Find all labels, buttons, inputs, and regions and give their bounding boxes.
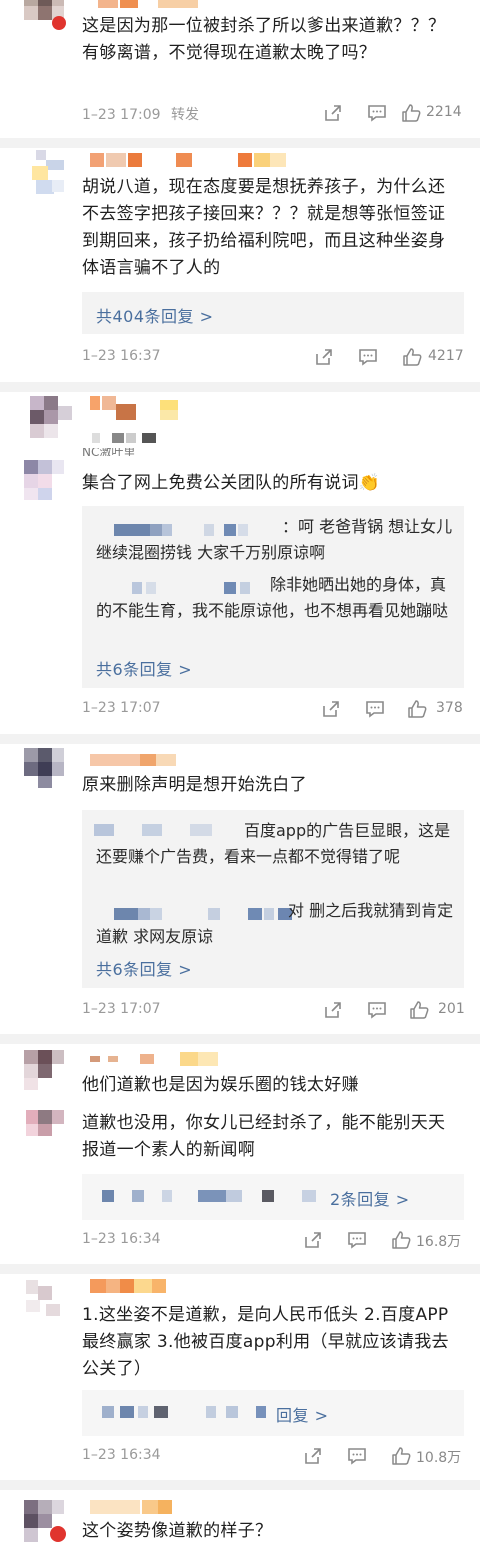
divider — [0, 734, 480, 744]
share-icon[interactable] — [322, 999, 344, 1021]
comment-text: 他们道歉也是因为娱乐圈的钱太好赚 — [82, 1075, 359, 1095]
like-count: 2214 — [426, 104, 462, 120]
comment-time: 1–23 16:34 — [82, 1447, 161, 1463]
divider — [0, 382, 480, 392]
second-comment-text: 道歉也没用，你女儿已经封杀了，能不能别天天报道一个素人的新闻啊 — [82, 1113, 446, 1160]
avatar[interactable] — [22, 150, 66, 194]
like-count: 378 — [436, 700, 463, 716]
comment-text: 这个姿势像道歉的样子？ — [82, 1521, 273, 1541]
divider — [0, 1034, 480, 1044]
forward-link[interactable]: 转发 — [171, 107, 199, 123]
share-icon[interactable] — [320, 698, 342, 720]
comment-time: 1–23 17:07 — [82, 700, 161, 716]
view-replies-link[interactable]: 回复 > — [276, 1402, 329, 1426]
avatar[interactable] — [22, 0, 66, 36]
badge-blur — [92, 433, 272, 443]
comment-time: 1–23 16:37 — [82, 348, 161, 364]
share-icon[interactable] — [322, 102, 344, 124]
share-icon[interactable] — [313, 346, 335, 368]
reply-box[interactable]: 回复 > — [82, 1390, 464, 1436]
like-icon[interactable] — [400, 102, 422, 124]
comment-time: 1–23 17:09 转发 — [82, 104, 199, 124]
comment-icon[interactable] — [364, 698, 386, 720]
share-icon[interactable] — [302, 1445, 324, 1467]
nickname-blur — [90, 1279, 170, 1293]
comment-text: 集合了网上免费公关团队的所有说词👏 — [82, 473, 381, 493]
avatar[interactable] — [22, 1500, 66, 1544]
comment-icon[interactable] — [346, 1229, 368, 1251]
share-icon[interactable] — [302, 1229, 324, 1251]
like-count: 10.8万 — [416, 1450, 462, 1466]
divider — [0, 1264, 480, 1274]
like-icon[interactable] — [408, 999, 430, 1021]
reply-text: 除非她晒出她的身体，真的不能生育，我不能原谅他，也不想再看见她蹦哒 — [96, 575, 449, 620]
comment-text: 这是因为那一位被封杀了所以爹出来道歉？？？有够离谱，不觉得现在道歉太晚了吗？ — [82, 16, 446, 63]
comment-text: 1.这坐姿不是道歉，是向人民币低头 2.百度APP最终赢家 3.他被百度app利… — [82, 1305, 449, 1379]
comment-time: 1–23 16:34 — [82, 1231, 161, 1247]
nickname-blur — [90, 754, 200, 766]
reply-text: 百度app的广告巨显眼，这是还要赚个广告费，看来一点都不觉得错了呢 — [96, 821, 451, 866]
reply-author-blur — [102, 1406, 282, 1418]
like-count: 16.8万 — [416, 1234, 462, 1250]
comment-text: 原来删除声明是想开始洗白了 — [82, 775, 307, 795]
time-text: 1–23 17:09 — [82, 107, 161, 123]
nickname-blur — [90, 396, 190, 424]
like-icon[interactable] — [406, 698, 428, 720]
view-replies-link[interactable]: 共6条回复 > — [96, 656, 192, 680]
reply-box[interactable]: 共404条回复 > — [82, 292, 464, 334]
avatar[interactable] — [22, 748, 66, 792]
like-count: 201 — [438, 1001, 465, 1017]
reply-author-blur — [102, 1190, 322, 1202]
like-count: 4217 — [428, 348, 464, 364]
reply-text: ：呵 老爸背锅 想让女儿继续混圈捞钱 大家千万别原谅啊 — [96, 517, 453, 562]
view-replies-link[interactable]: 共404条回复 > — [96, 303, 214, 327]
comment-icon[interactable] — [366, 102, 388, 124]
nickname-blur — [90, 1052, 220, 1066]
avatar[interactable] — [22, 460, 66, 504]
comment-icon[interactable] — [357, 346, 379, 368]
nickname-blur — [90, 1500, 200, 1514]
avatar[interactable] — [22, 1110, 66, 1140]
divider — [0, 1480, 480, 1490]
view-replies-link[interactable]: 共6条回复 > — [96, 956, 192, 980]
nickname-blur — [98, 0, 218, 8]
reply-text: 对 删之后我就猜到肯定道歉 求网友原谅 — [96, 901, 454, 946]
comment-time: 1–23 17:07 — [82, 1001, 161, 1017]
avatar[interactable] — [22, 1280, 66, 1324]
comment-icon[interactable] — [346, 1445, 368, 1467]
reply-box[interactable]: 2条回复 > — [82, 1174, 464, 1220]
like-icon[interactable] — [401, 346, 423, 368]
comment-text: 胡说八道，现在态度要是想抚养孩子，为什么还不去签字把孩子接回来？？？就是想等张恒… — [82, 177, 446, 278]
comment-icon[interactable] — [366, 999, 388, 1021]
divider — [0, 138, 480, 148]
reply-box[interactable]: 百度app的广告巨显眼，这是还要赚个广告费，看来一点都不觉得错了呢 对 删之后我… — [82, 810, 464, 988]
avatar[interactable] — [22, 1050, 66, 1094]
nickname-blur — [90, 153, 290, 167]
partial-nickname: NC激叶里 — [82, 448, 136, 456]
reply-box[interactable]: ：呵 老爸背锅 想让女儿继续混圈捞钱 大家千万别原谅啊 除非她晒出她的身体，真的… — [82, 506, 464, 688]
avatar[interactable] — [22, 396, 72, 446]
like-icon[interactable] — [390, 1229, 412, 1251]
view-replies-link[interactable]: 2条回复 > — [330, 1186, 410, 1210]
like-icon[interactable] — [390, 1445, 412, 1467]
